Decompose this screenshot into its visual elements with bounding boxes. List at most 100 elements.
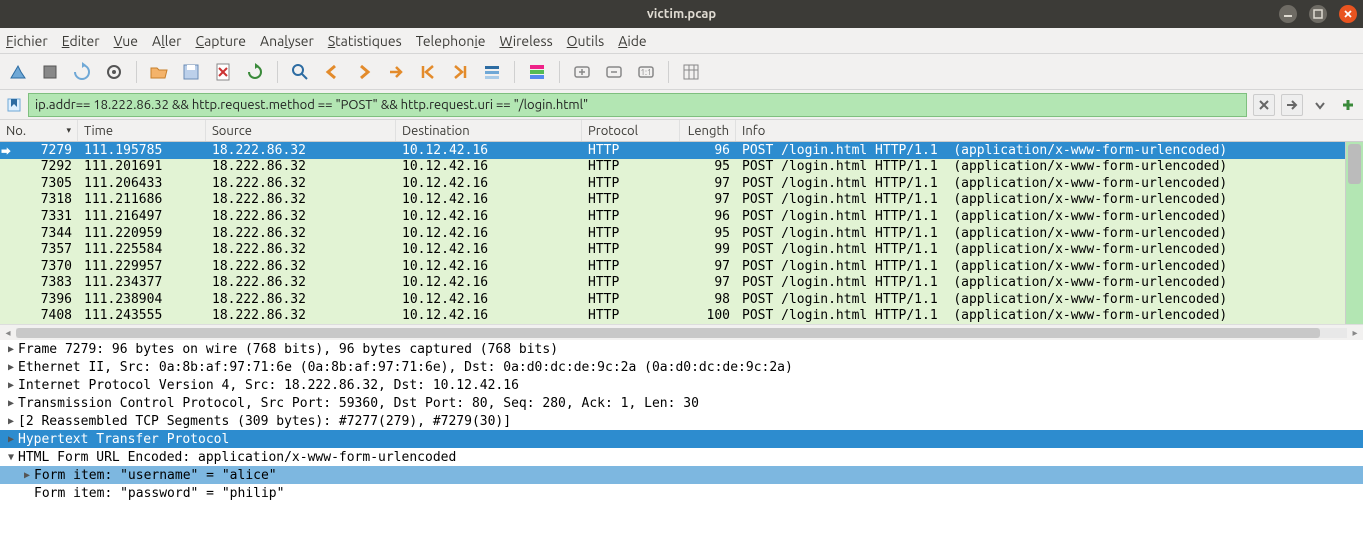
filter-bookmark-icon[interactable] — [4, 95, 24, 115]
jump-to-packet-button[interactable] — [382, 58, 410, 86]
expand-triangle-icon[interactable] — [20, 488, 34, 499]
detail-tree-item[interactable]: ▶Form item: "username" = "alice" — [0, 466, 1363, 484]
detail-tree-item[interactable]: ▶Internet Protocol Version 4, Src: 18.22… — [0, 376, 1363, 394]
menu-item-fichier[interactable]: Fichier — [6, 33, 48, 49]
menu-item-wireless[interactable]: Wireless — [499, 33, 552, 49]
column-header-no[interactable]: No.▾ — [0, 120, 78, 141]
expand-triangle-icon[interactable]: ▶ — [4, 398, 18, 409]
go-back-button[interactable] — [318, 58, 346, 86]
expand-triangle-icon[interactable]: ▶ — [4, 434, 18, 445]
close-file-button[interactable] — [209, 58, 237, 86]
detail-tree-item[interactable]: ▶Transmission Control Protocol, Src Port… — [0, 394, 1363, 412]
cell-source: 18.222.86.32 — [206, 292, 396, 307]
column-header-time[interactable]: Time — [78, 120, 206, 141]
auto-scroll-button[interactable] — [478, 58, 506, 86]
start-capture-button[interactable] — [4, 58, 32, 86]
add-filter-expression-button[interactable] — [1337, 94, 1359, 116]
open-file-button[interactable] — [145, 58, 173, 86]
restart-icon — [72, 62, 92, 82]
minimize-button[interactable] — [1279, 5, 1297, 23]
expand-triangle-icon[interactable]: ▶ — [4, 344, 18, 355]
packet-row[interactable]: 7357111.22558418.222.86.3210.12.42.16HTT… — [0, 241, 1345, 258]
detail-tree-item[interactable]: ▼HTML Form URL Encoded: application/x-ww… — [0, 448, 1363, 466]
go-last-button[interactable] — [446, 58, 474, 86]
scroll-left-icon[interactable]: ◂ — [0, 327, 16, 339]
column-header-info[interactable]: Info — [736, 120, 1363, 141]
cell-source: 18.222.86.32 — [206, 143, 396, 158]
capture-options-button[interactable] — [100, 58, 128, 86]
detail-tree-item[interactable]: Form item: "password" = "philip" — [0, 484, 1363, 502]
filter-clear-button[interactable] — [1253, 94, 1275, 116]
filter-apply-button[interactable] — [1281, 94, 1303, 116]
colorize-icon — [527, 62, 547, 82]
packet-row[interactable]: 7292111.20169118.222.86.3210.12.42.16HTT… — [0, 159, 1345, 176]
resize-columns-button[interactable] — [677, 58, 705, 86]
display-filter-input[interactable] — [28, 93, 1247, 117]
packet-list-pane: No.▾ Time Source Destination Protocol Le… — [0, 120, 1363, 340]
cell-info: POST /login.html HTTP/1.1 (application/x… — [736, 209, 1345, 224]
packet-row[interactable]: 7408111.24355518.222.86.3210.12.42.16HTT… — [0, 307, 1345, 324]
menu-item-vue[interactable]: Vue — [114, 33, 138, 49]
expand-triangle-icon[interactable]: ▶ — [20, 470, 34, 481]
expand-triangle-icon[interactable]: ▶ — [4, 380, 18, 391]
column-header-destination[interactable]: Destination — [396, 120, 582, 141]
stop-capture-button[interactable] — [36, 58, 64, 86]
expand-triangle-icon[interactable]: ▶ — [4, 362, 18, 373]
packet-list-body[interactable]: ⮕7279111.19578518.222.86.3210.12.42.16HT… — [0, 142, 1363, 324]
go-forward-button[interactable] — [350, 58, 378, 86]
packet-row[interactable]: 7344111.22095918.222.86.3210.12.42.16HTT… — [0, 225, 1345, 242]
column-header-length[interactable]: Length — [680, 120, 736, 141]
reload-file-button[interactable] — [241, 58, 269, 86]
cell-no: 7331 — [0, 209, 78, 224]
packet-row[interactable]: 7305111.20643318.222.86.3210.12.42.16HTT… — [0, 175, 1345, 192]
scrollbar-track[interactable] — [16, 328, 1347, 338]
menu-item-editer[interactable]: Editer — [62, 33, 100, 49]
packet-row[interactable]: 7370111.22995718.222.86.3210.12.42.16HTT… — [0, 258, 1345, 275]
packet-list-hscrollbar[interactable]: ◂ ▸ — [0, 324, 1363, 340]
scrollbar-thumb[interactable] — [1348, 144, 1361, 184]
packet-row[interactable]: ⮕7279111.19578518.222.86.3210.12.42.16HT… — [0, 142, 1345, 159]
menu-item-telephonie[interactable]: Telephonie — [416, 33, 486, 49]
maximize-button[interactable] — [1309, 5, 1327, 23]
go-first-button[interactable] — [414, 58, 442, 86]
expand-triangle-icon[interactable]: ▶ — [4, 416, 18, 427]
expand-triangle-icon[interactable]: ▼ — [4, 452, 18, 463]
menu-item-aide[interactable]: Aide — [618, 33, 646, 49]
packet-row[interactable]: 7396111.23890418.222.86.3210.12.42.16HTT… — [0, 291, 1345, 308]
menu-item-outils[interactable]: Outils — [567, 33, 605, 49]
minimize-icon — [1283, 9, 1293, 19]
colorize-button[interactable] — [523, 58, 551, 86]
packet-list-vscrollbar[interactable] — [1345, 142, 1363, 324]
restart-capture-button[interactable] — [68, 58, 96, 86]
zoom-reset-button[interactable]: 1:1 — [632, 58, 660, 86]
cell-destination: 10.12.42.16 — [396, 242, 582, 257]
menu-item-aller[interactable]: Aller — [152, 33, 181, 49]
menu-item-capture[interactable]: Capture — [195, 33, 246, 49]
find-packet-button[interactable] — [286, 58, 314, 86]
packet-row[interactable]: 7318111.21168618.222.86.3210.12.42.16HTT… — [0, 192, 1345, 209]
detail-tree-item[interactable]: ▶[2 Reassembled TCP Segments (309 bytes)… — [0, 412, 1363, 430]
scrollbar-thumb[interactable] — [16, 328, 1320, 338]
menu-item-analyser[interactable]: Analyser — [260, 33, 314, 49]
cell-destination: 10.12.42.16 — [396, 308, 582, 323]
cell-source: 18.222.86.32 — [206, 275, 396, 290]
packet-list-header[interactable]: No.▾ Time Source Destination Protocol Le… — [0, 120, 1363, 142]
close-button[interactable] — [1339, 5, 1357, 23]
cell-length: 99 — [680, 242, 736, 257]
packet-row[interactable]: 7383111.23437718.222.86.3210.12.42.16HTT… — [0, 274, 1345, 291]
zoom-out-button[interactable] — [600, 58, 628, 86]
column-header-protocol[interactable]: Protocol — [582, 120, 680, 141]
cell-length: 95 — [680, 226, 736, 241]
column-header-source[interactable]: Source — [206, 120, 396, 141]
scroll-right-icon[interactable]: ▸ — [1347, 327, 1363, 339]
cell-destination: 10.12.42.16 — [396, 143, 582, 158]
menu-item-statistiques[interactable]: Statistiques — [328, 33, 402, 49]
detail-tree-item[interactable]: ▶Frame 7279: 96 bytes on wire (768 bits)… — [0, 340, 1363, 358]
packet-details-pane[interactable]: ▶Frame 7279: 96 bytes on wire (768 bits)… — [0, 340, 1363, 534]
save-file-button[interactable] — [177, 58, 205, 86]
filter-dropdown-button[interactable] — [1309, 94, 1331, 116]
detail-tree-item[interactable]: ▶Ethernet II, Src: 0a:8b:af:97:71:6e (0a… — [0, 358, 1363, 376]
zoom-in-button[interactable] — [568, 58, 596, 86]
detail-tree-item[interactable]: ▶Hypertext Transfer Protocol — [0, 430, 1363, 448]
packet-row[interactable]: 7331111.21649718.222.86.3210.12.42.16HTT… — [0, 208, 1345, 225]
